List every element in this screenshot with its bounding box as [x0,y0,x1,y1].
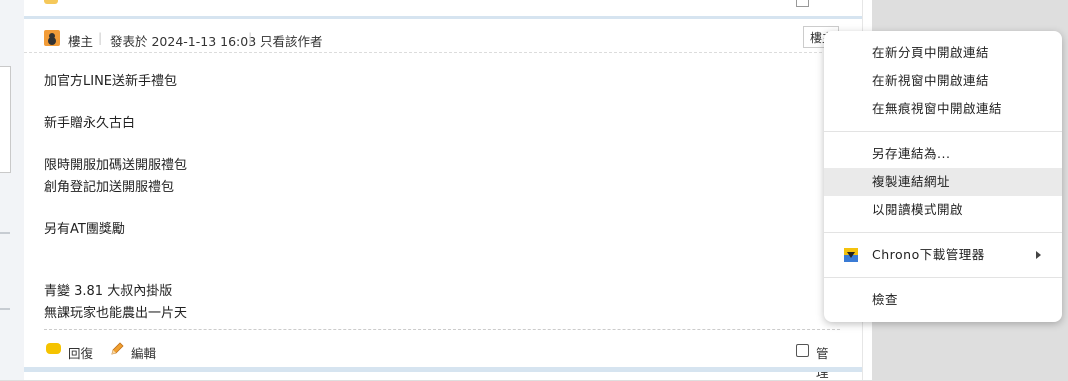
forum-post: 樓主 | 發表於 2024-1-13 16:03 | 只看該作者 樓主 加官方L… [24,0,862,380]
menu-item-label: Chrono下載管理器 [872,247,985,262]
content-line: 無課玩家也能農出一片天 [44,306,188,321]
post-separator-bar [24,367,862,372]
content-line: 限時開服加碼送開服禮包 [44,158,188,173]
menu-item-inspect[interactable]: 檢查 [824,286,1062,314]
menu-item-open-new-tab[interactable]: 在新分頁中開啟連結 [824,39,1062,67]
reply-icon[interactable] [46,343,61,354]
menu-divider [824,232,1062,233]
post-footer: 回復 編輯 管理 [44,329,840,380]
pencil-icon[interactable] [110,342,124,356]
menu-divider [824,277,1062,278]
separator: | [98,30,103,45]
divider [0,232,10,234]
author-badge[interactable]: 樓主 [68,31,93,50]
previous-post-footer [24,0,862,19]
menu-divider [824,131,1062,132]
reply-link[interactable]: 回復 [68,343,93,362]
reply-icon [44,0,58,4]
content-line: 另有AT團獎勵 [44,222,125,237]
content-line: 加官方LINE送新手禮包 [44,74,178,89]
divider [0,308,10,310]
menu-item-open-new-window[interactable]: 在新視窗中開啟連結 [824,67,1062,95]
menu-item-save-link-as[interactable]: 另存連結為... [824,140,1062,168]
manage-checkbox[interactable] [796,0,809,7]
chrono-extension-icon [844,248,858,262]
edit-link[interactable]: 編輯 [131,343,156,362]
submenu-arrow-icon [1036,251,1041,259]
menu-item-label: 另存連結為... [872,146,951,161]
thumbnail-frame [0,66,11,173]
manage-checkbox[interactable] [796,344,809,357]
menu-item-label: 在新分頁中開啟連結 [872,45,990,60]
content-line: 青變 3.81 大叔內掛版 [44,284,173,299]
manage-label[interactable]: 管理 [816,343,840,381]
left-strip [0,0,25,380]
menu-item-label: 在新視窗中開啟連結 [872,73,990,88]
menu-item-reading-mode[interactable]: 以閱讀模式開啟 [824,196,1062,224]
menu-item-label: 在無痕視窗中開啟連結 [872,101,1003,116]
content-line: 新手贈永久古白 [44,116,136,131]
post-header: 樓主 | 發表於 2024-1-13 16:03 | 只看該作者 樓主 [24,24,862,53]
author-icon [44,30,60,46]
context-menu: 在新分頁中開啟連結 在新視窗中開啟連結 在無痕視窗中開啟連結 另存連結為... … [824,31,1062,322]
menu-item-label: 檢查 [872,292,899,307]
content-line: 創角登記加送開服禮包 [44,180,175,195]
menu-item-chrono-download-manager[interactable]: Chrono下載管理器 [824,241,1062,269]
menu-item-label: 以閱讀模式開啟 [872,202,964,217]
menu-item-open-incognito[interactable]: 在無痕視窗中開啟連結 [824,95,1062,123]
menu-item-label: 複製連結網址 [872,174,951,189]
author-only-link[interactable]: 只看該作者 [260,31,323,50]
menu-item-copy-link-address[interactable]: 複製連結網址 [824,168,1062,196]
post-timestamp: 發表於 2024-1-13 16:03 [110,34,257,49]
separator: | [248,30,253,45]
